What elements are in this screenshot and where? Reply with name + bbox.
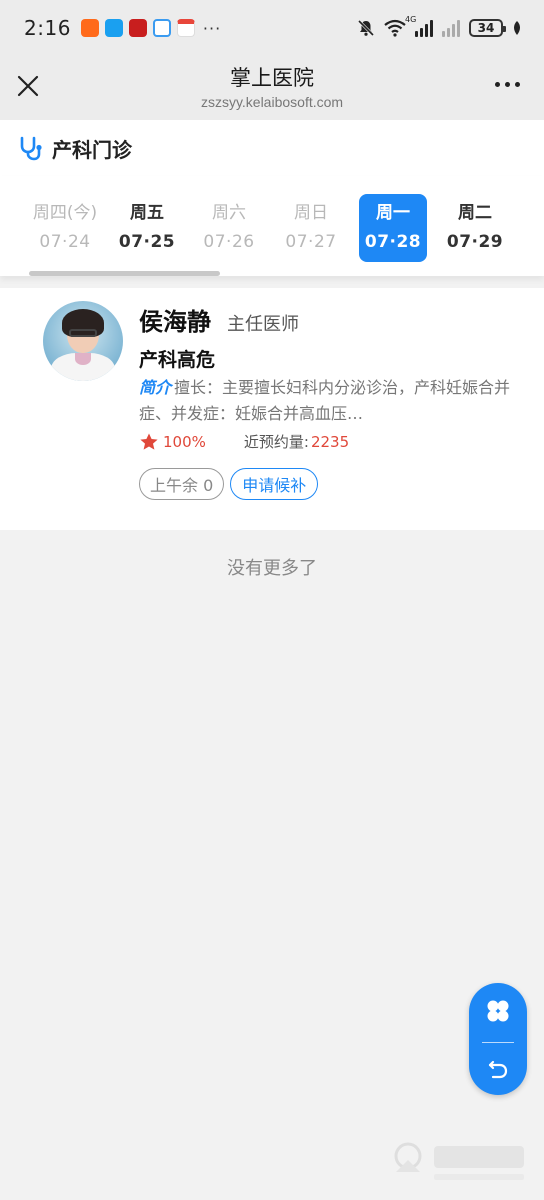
calendar-app-icon xyxy=(176,19,195,37)
date-tab-date: 07·25 xyxy=(118,232,176,252)
page-url: zszsyy.kelaibosoft.com xyxy=(200,94,344,110)
title-bar: 掌上医院 zszsyy.kelaibosoft.com xyxy=(0,56,544,120)
date-tab-0726[interactable]: 周六 07·26 xyxy=(188,194,270,262)
doctor-avatar xyxy=(43,301,123,381)
more-dot-icon xyxy=(505,82,510,87)
tabs-scroll-indicator xyxy=(29,271,220,276)
status-time: 2:16 xyxy=(24,16,71,40)
more-notifications-icon: ··· xyxy=(202,18,222,38)
watermark-logo xyxy=(394,1142,524,1180)
doctor-info: 侯海静 主任医师 产科高危 简介 擅长：主要擅长妇科内分泌诊治，产科妊娠合并症、并… xyxy=(139,302,514,500)
menu-button[interactable] xyxy=(469,983,527,1039)
cellular-signal-secondary-icon xyxy=(442,19,460,37)
date-tab-date: 07·24 xyxy=(39,232,91,252)
status-app-icons: ··· xyxy=(80,18,222,38)
date-tab-date: 07·27 xyxy=(285,232,337,252)
date-tab-weekday: 周日 xyxy=(294,203,328,223)
department-name: 产科门诊 xyxy=(52,137,132,162)
network-type: 4G xyxy=(405,15,417,24)
doctor-name: 侯海静 xyxy=(139,308,211,336)
more-dot-icon xyxy=(515,82,520,87)
more-menu-button[interactable] xyxy=(495,82,520,87)
battery-icon: 34 xyxy=(469,19,506,37)
doctor-stats: 100% 近预约量: 2235 xyxy=(139,431,514,452)
date-tab-weekday: 周二 xyxy=(458,203,492,223)
doctor-name-row: 侯海静 主任医师 xyxy=(139,302,514,337)
date-tab-date: 07·28 xyxy=(364,232,422,252)
more-dot-icon xyxy=(495,82,500,87)
messages-app-icon xyxy=(104,19,123,37)
doctor-card[interactable]: 侯海静 主任医师 产科高危 简介 擅长：主要擅长妇科内分泌诊治，产科妊娠合并症、并… xyxy=(0,288,544,530)
waitlist-button[interactable]: 申请候补 xyxy=(230,468,319,500)
back-button[interactable] xyxy=(469,1043,527,1095)
date-tab-0729[interactable]: 周二 07·29 xyxy=(434,194,516,262)
date-tab-0728[interactable]: 周一 07·28 xyxy=(359,194,427,262)
taobao-app-icon xyxy=(80,19,99,37)
news-app-icon xyxy=(128,19,147,37)
leaf-icon xyxy=(514,21,520,35)
browser-app-icon xyxy=(152,19,171,37)
date-tab-0727[interactable]: 周日 07·27 xyxy=(270,194,352,262)
doctor-intro: 简介 擅长：主要擅长妇科内分泌诊治，产科妊娠合并症、并发症：妊娠合并高血压… xyxy=(139,375,514,427)
star-icon xyxy=(140,433,158,450)
date-tab-date: 07·26 xyxy=(203,232,255,252)
stethoscope-icon xyxy=(20,136,42,161)
status-bar: 2:16 ··· 4G 34 xyxy=(0,0,544,56)
booked-value: 2235 xyxy=(310,432,350,451)
status-indicators: 4G 34 xyxy=(357,0,522,56)
close-button[interactable] xyxy=(14,72,42,100)
mute-bell-icon xyxy=(357,19,375,37)
booked-label: 近预约量: xyxy=(243,433,309,451)
date-tab-weekday: 周六 xyxy=(212,203,246,223)
date-tab-weekday: 周五 xyxy=(130,203,164,223)
date-tabs: 周四(今) 07·24 周五 07·25 周六 07·26 周日 07·27 周… xyxy=(0,176,544,276)
battery-level: 34 xyxy=(477,21,495,35)
doctor-title: 主任医师 xyxy=(227,314,299,335)
date-tab-0724[interactable]: 周四(今) 07·24 xyxy=(24,194,106,262)
department-header: 产科门诊 xyxy=(0,120,544,176)
intro-text: 擅长：主要擅长妇科内分泌诊治，产科妊娠合并症、并发症：妊娠合并高血压… xyxy=(139,378,511,423)
date-tab-weekday: 周一 xyxy=(376,203,410,223)
doctor-actions: 上午余 0 申请候补 xyxy=(139,468,514,500)
title-center: 掌上医院 zszsyy.kelaibosoft.com xyxy=(201,65,343,111)
clover-menu-icon xyxy=(487,1000,509,1022)
return-icon xyxy=(488,1060,508,1079)
date-tab-date: 07·29 xyxy=(446,232,504,252)
date-tab-weekday: 周四(今) xyxy=(32,203,98,223)
morning-slot-button[interactable]: 上午余 0 xyxy=(139,468,225,500)
floating-widget xyxy=(469,983,527,1095)
no-more-text: 没有更多了 xyxy=(227,558,317,579)
rating-value: 100% xyxy=(163,432,206,451)
date-tab-0725[interactable]: 周五 07·25 xyxy=(106,194,188,262)
intro-tag: 简介 xyxy=(139,378,172,397)
close-icon xyxy=(17,75,39,97)
doctor-department: 产科高危 xyxy=(139,349,216,371)
cellular-signal-icon: 4G xyxy=(405,15,433,37)
wifi-icon xyxy=(384,19,406,37)
page-title: 掌上医院 xyxy=(230,66,314,90)
